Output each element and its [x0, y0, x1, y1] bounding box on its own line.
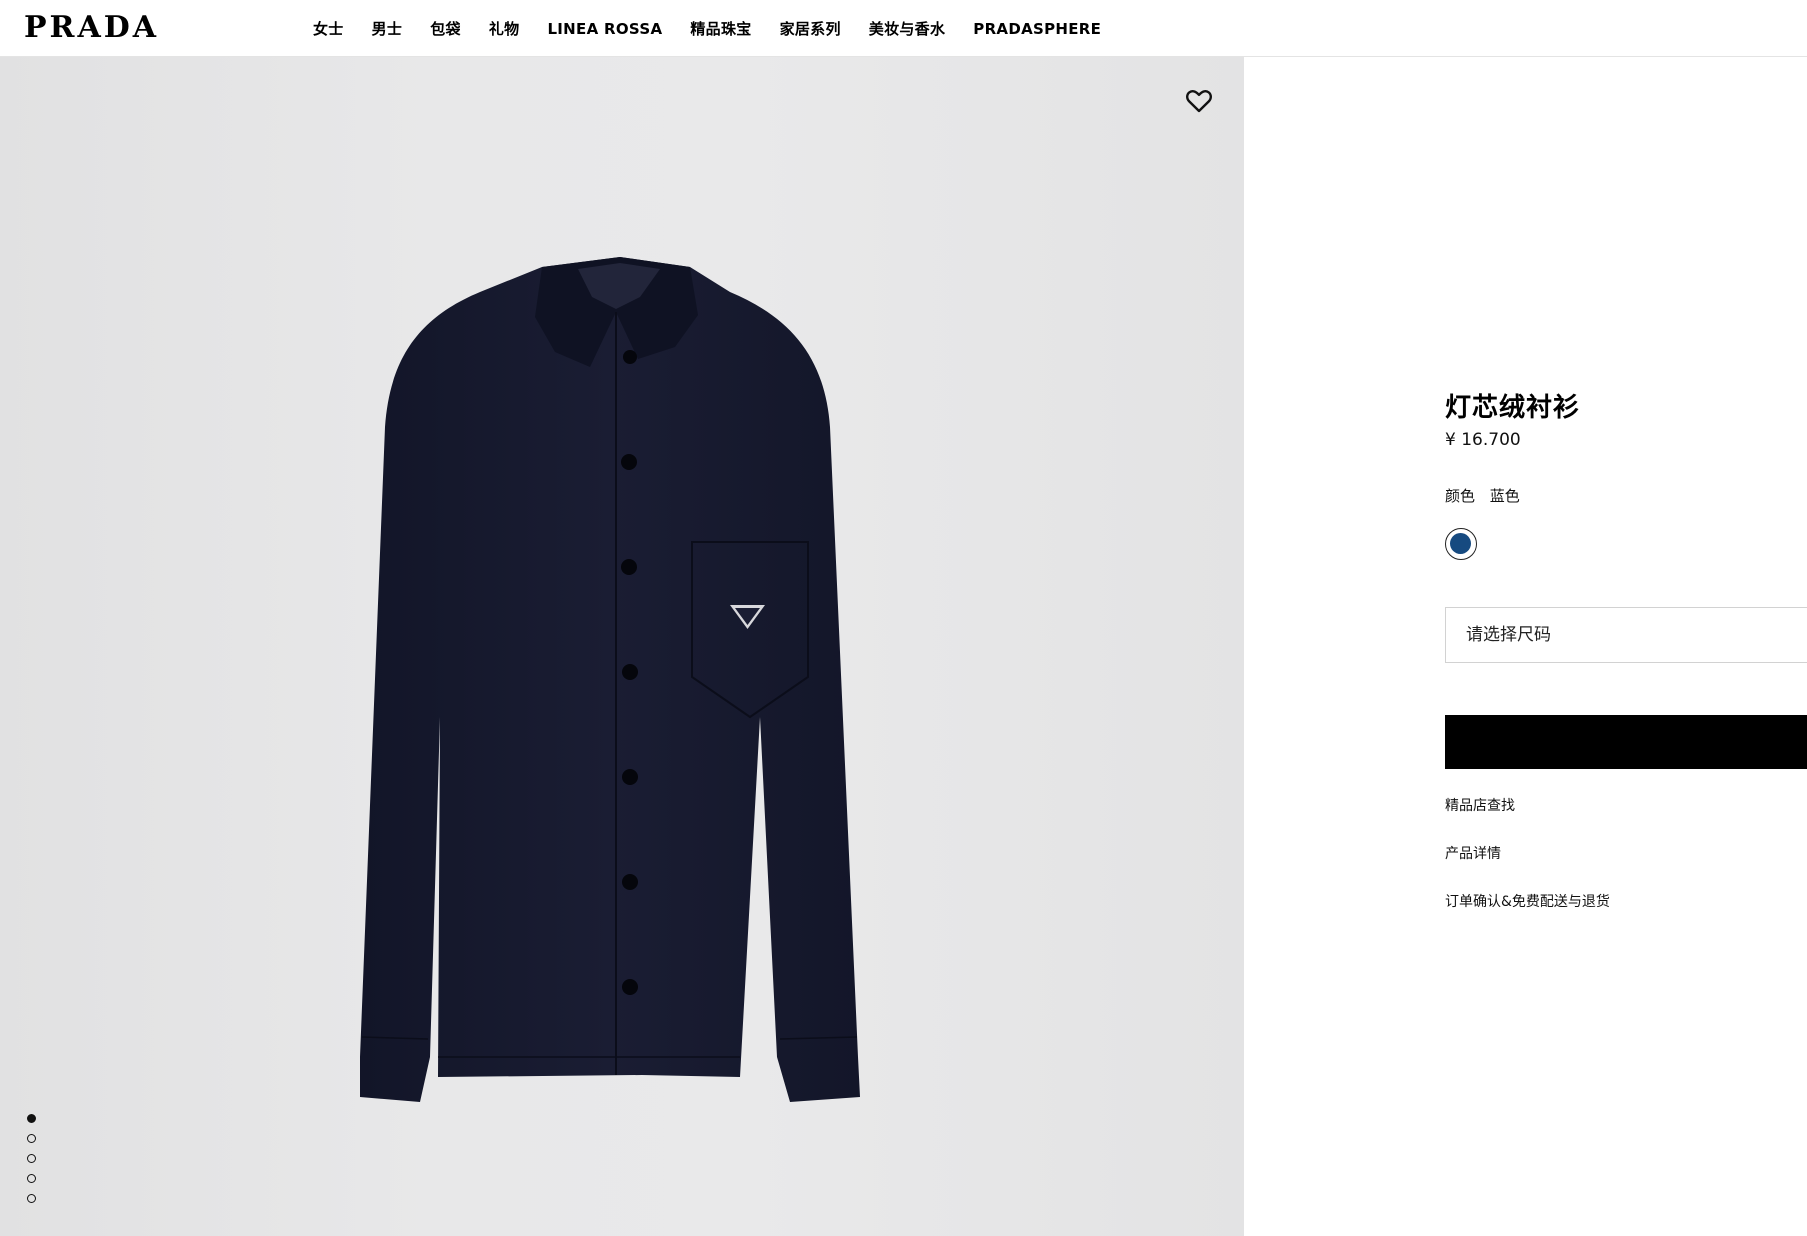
product-price: ¥ 16.700	[1445, 430, 1521, 450]
slide-dot-2[interactable]	[27, 1134, 36, 1143]
heart-icon[interactable]	[1184, 86, 1214, 116]
color-swatch-blue[interactable]	[1445, 528, 1477, 560]
color-value: 蓝色	[1489, 487, 1520, 505]
nav-item-men[interactable]: 男士	[372, 18, 403, 39]
shipping-returns-link[interactable]: 订单确认&免费配送与退货	[1445, 891, 1610, 911]
nav-item-gifts[interactable]: 礼物	[489, 18, 520, 39]
site-header: PRADA 女士 男士 包袋 礼物 LINEA ROSSA 精品珠宝 家居系列 …	[0, 0, 1807, 57]
add-to-bag-button[interactable]	[1445, 715, 1807, 769]
store-locator-link[interactable]: 精品店查找	[1445, 795, 1515, 815]
slide-dot-4[interactable]	[27, 1174, 36, 1183]
color-info: 颜色 蓝色	[1445, 485, 1530, 506]
nav-item-women[interactable]: 女士	[313, 18, 344, 39]
product-image-shirt[interactable]	[320, 197, 920, 1107]
nav-item-fine-jewelry[interactable]: 精品珠宝	[690, 18, 751, 39]
nav-item-beauty[interactable]: 美妆与香水	[869, 18, 946, 39]
slide-dot-3[interactable]	[27, 1154, 36, 1163]
product-details: 灯芯绒衬衫 ¥ 16.700 颜色 蓝色 请选择尺码 精品店查找 产品详情 订单…	[1244, 57, 1807, 1236]
slide-indicators	[27, 1114, 36, 1214]
color-label: 颜色	[1445, 487, 1476, 505]
nav-item-linea-rossa[interactable]: LINEA ROSSA	[547, 20, 662, 38]
slide-dot-5[interactable]	[27, 1194, 36, 1203]
size-select[interactable]: 请选择尺码	[1445, 607, 1807, 663]
product-title: 灯芯绒衬衫	[1445, 393, 1581, 423]
nav-item-pradasphere[interactable]: PRADASPHERE	[973, 20, 1101, 38]
slide-dot-1[interactable]	[27, 1114, 36, 1123]
nav-item-home[interactable]: 家居系列	[780, 18, 841, 39]
prada-logo[interactable]: PRADA	[24, 10, 159, 46]
nav-item-bags[interactable]: 包袋	[430, 18, 461, 39]
product-gallery	[0, 57, 1244, 1236]
main-nav: 女士 男士 包袋 礼物 LINEA ROSSA 精品珠宝 家居系列 美妆与香水 …	[313, 0, 1129, 57]
product-details-link[interactable]: 产品详情	[1445, 843, 1501, 863]
